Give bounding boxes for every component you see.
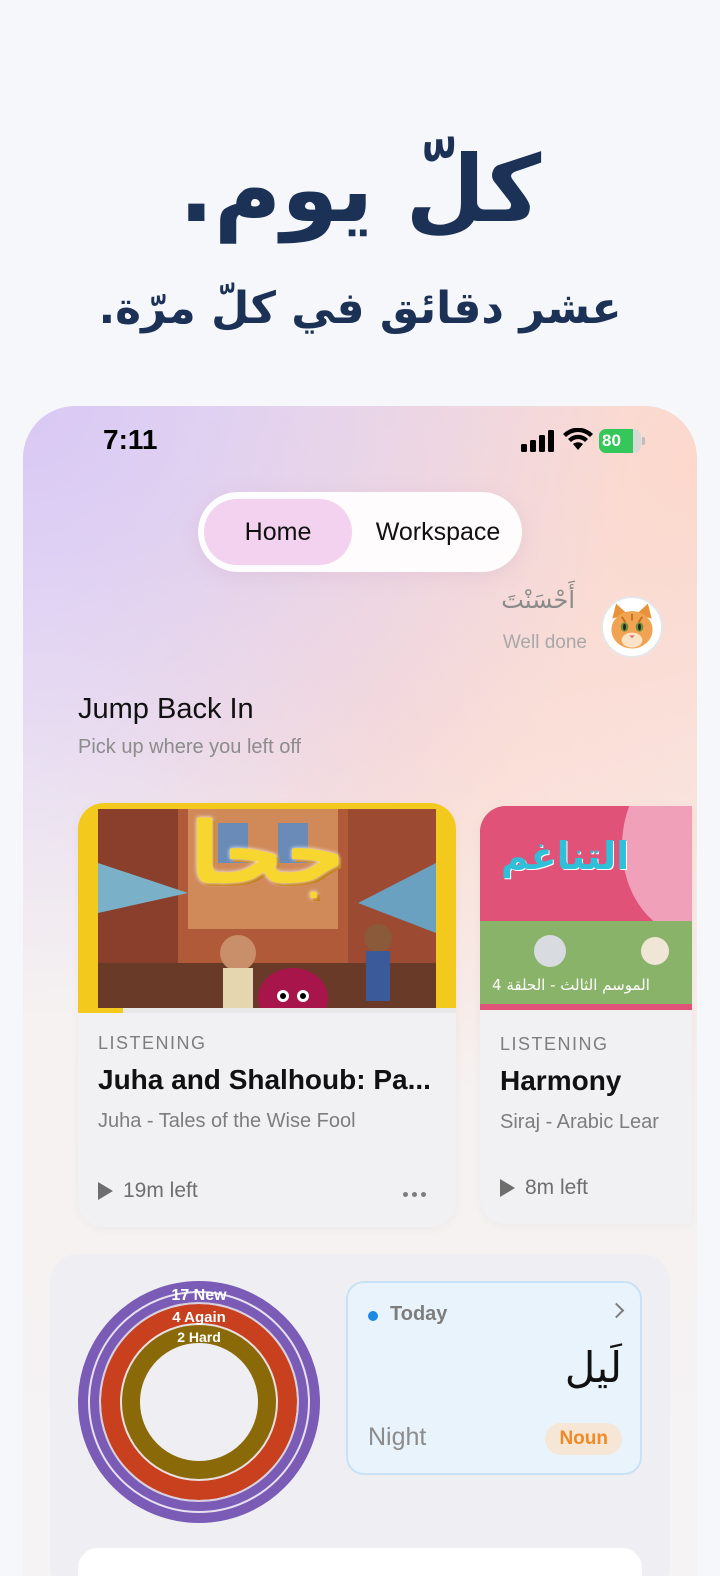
phone-screen: 7:11 80 Home Workspace أَحْسَنْتَ Well d… [23,406,697,1576]
hero-subtitle: عشر دقائق في كلّ مرّة. [98,283,622,334]
card-subtitle: Juha - Tales of the Wise Fool [98,1110,356,1132]
ring-again-label: 4 Again [172,1309,226,1326]
tab-workspace[interactable]: Workspace [358,499,518,565]
hero-section: كلّ يوم. عشر دقائق في كلّ مرّة. [0,0,720,400]
cat-face-icon [611,603,653,649]
card-kind: LISTENING [500,1034,609,1054]
progress-track [78,1008,456,1013]
section-title: Jump Back In [78,693,254,725]
ring-new-label: 17 New [171,1287,227,1304]
card-thumbnail: جحا [78,803,456,1013]
play-icon [500,1179,515,1197]
chevron-right-icon[interactable] [608,1302,625,1319]
play-icon [98,1182,113,1200]
cat-avatar[interactable] [601,596,663,658]
progress-fill [78,1008,124,1013]
hero-title: كلّ يوم. [178,136,542,243]
card-image-title: التناغم [500,834,630,878]
time-left-label: 19m left [123,1179,198,1202]
more-options-icon[interactable] [403,1192,426,1197]
card-kind: LISTENING [98,1033,207,1053]
card-image-caption: الموسم الثالث - الحلقة 4 [492,976,650,994]
status-time: 7:11 [103,424,158,455]
tab-switcher: Home Workspace [198,492,522,572]
tab-home[interactable]: Home [204,499,352,565]
card-thumbnail: التناغم الموسم الثالث - الحلقة 4 [480,806,692,1010]
stats-panel: 17 New 4 Again 2 Hard Today لَيل Night N… [50,1254,670,1576]
content-card[interactable]: جحا LISTENING Juha and Shalhoub: Pa... J… [78,803,456,1227]
word-of-day-card[interactable]: Today لَيل Night Noun [346,1281,642,1475]
word-arabic: لَيل [564,1343,622,1392]
review-rings[interactable]: 17 New 4 Again 2 Hard [77,1280,321,1524]
card-subtitle: Siraj - Arabic Lear [500,1111,659,1133]
word-card-label: Today [390,1303,448,1325]
card-title: Juha and Shalhoub: Pa... [98,1064,431,1095]
battery-charging-icon: 80 [599,429,645,453]
play-time-left[interactable]: 19m left [98,1179,198,1203]
status-bar: 7:11 80 [23,406,697,476]
cellular-signal-icon [521,430,555,452]
greeting-english: Well done [502,632,587,653]
play-time-left[interactable]: 8m left [500,1176,588,1200]
card-title: Harmony [500,1065,622,1096]
ring-hard-label: 2 Hard [177,1329,221,1345]
card-image-title: جحا [189,804,347,904]
part-of-speech-badge: Noun [545,1423,622,1455]
word-translation: Night [368,1423,427,1451]
greeting-arabic: أَحْسَنْتَ [501,586,575,614]
next-section-card [78,1548,642,1576]
battery-percent: 80 [602,431,621,450]
content-card[interactable]: التناغم الموسم الثالث - الحلقة 4 LISTENI… [480,806,692,1224]
section-subtitle: Pick up where you left off [78,736,302,758]
wifi-icon [563,428,593,450]
ring-hard [122,1325,276,1479]
today-dot-icon [368,1311,378,1321]
time-left-label: 8m left [525,1176,589,1199]
